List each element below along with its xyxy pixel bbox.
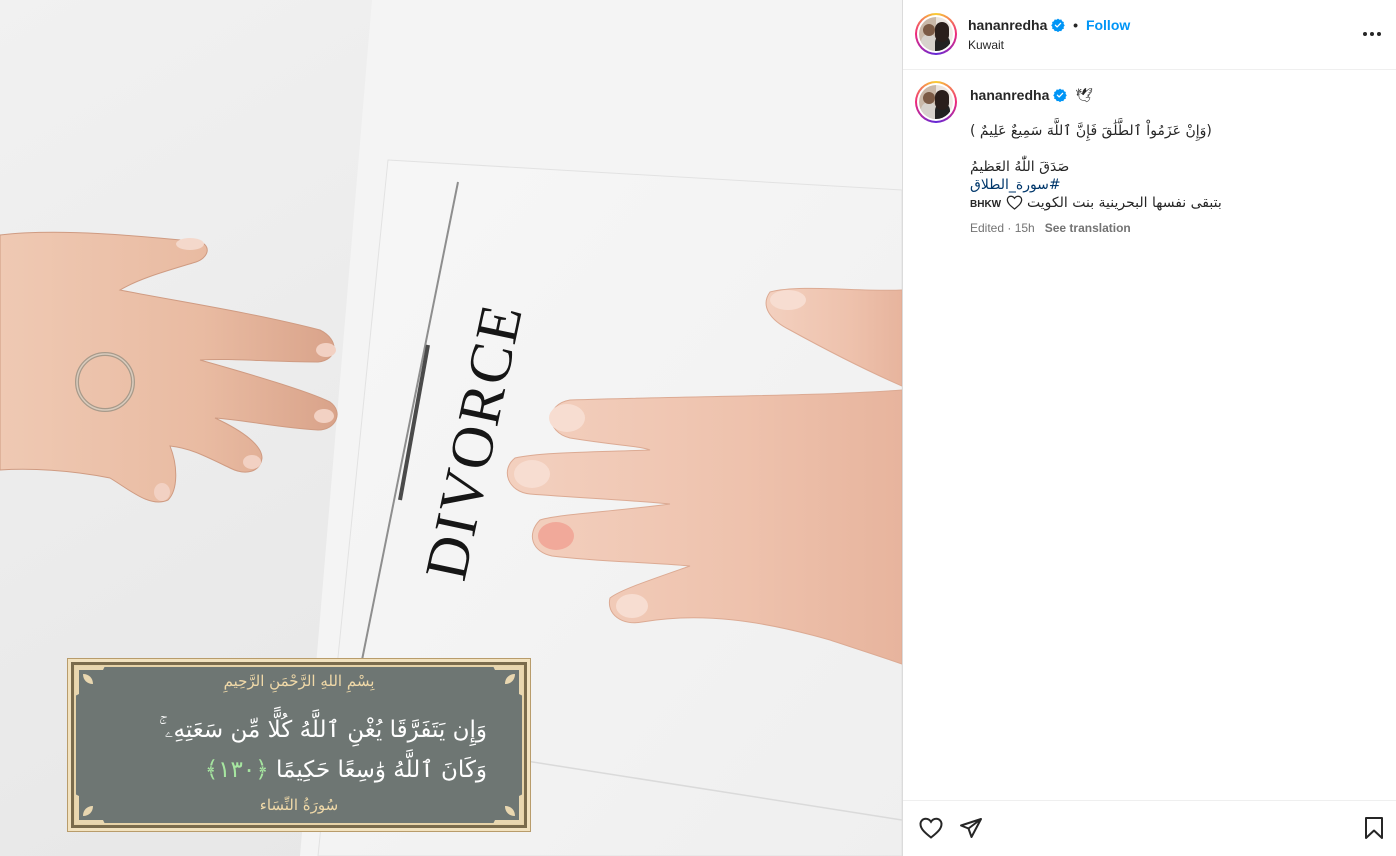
caption-hashtag[interactable]: #سورة_الطلاق [970, 176, 1061, 194]
header-username-row: hananredha • Follow [968, 17, 1130, 33]
see-translation-button[interactable]: See translation [1045, 221, 1131, 235]
verified-badge-icon [1053, 88, 1068, 102]
action-bar [903, 800, 1396, 856]
post-image[interactable]: DIVORCE بِسْمِ اللهِ الرَّحْمَنِ الرَّحِ… [0, 0, 902, 856]
share-button[interactable] [957, 814, 985, 842]
surah-name: سُورَةُ النِّسَاء [259, 796, 339, 814]
dove-emoji: 🕊 [1075, 88, 1093, 104]
verse-text: وَإِن يَتَفَرَّقَا يُغْنِ ٱللَّهُ كُلًّا… [111, 710, 487, 790]
quran-verse-panel: بِسْمِ اللهِ الرَّحْمَنِ الرَّحِيمِ وَإِ… [67, 658, 531, 832]
left-hand-with-ring [0, 231, 338, 503]
caption-arabic-sentence: بتبقى نفسها البحرينية بنت الكويت [1027, 195, 1222, 211]
bookmark-icon [1365, 817, 1383, 839]
caption-avatar[interactable] [915, 81, 957, 123]
ayah-number: ﴿١٣٠﴾ [204, 757, 269, 783]
caption-bhkw: BHKW [970, 199, 1002, 210]
post-side-panel: hananredha • Follow Kuwait hananredha 🕊 … [902, 0, 1396, 856]
caption-meta: Edited · 15h See translation [970, 219, 1131, 237]
verified-badge-icon [1051, 18, 1066, 32]
avatar[interactable] [915, 13, 957, 55]
more-options-button[interactable] [1360, 22, 1384, 46]
more-options-icon [1363, 32, 1381, 36]
separator-dot: • [1073, 17, 1079, 33]
heart-emoji-icon [1006, 195, 1022, 210]
location-link[interactable]: Kuwait [968, 38, 1004, 52]
post-header: hananredha • Follow Kuwait [903, 0, 1396, 70]
edited-timestamp: Edited · 15h [970, 221, 1035, 235]
caption-verse-line: (وَإِنْ عَزَمُواْ ٱلطَّلَٰقَ فَإِنَّ ٱلل… [970, 123, 1212, 139]
basmala-text: بِسْمِ اللهِ الرَّحْمَنِ الرَّحِيمِ [223, 672, 375, 690]
caption-sadaqallah-line: صَدَقَ اللّٰهُ العَظيمُ [970, 159, 1070, 175]
like-button[interactable] [917, 814, 945, 842]
follow-button[interactable]: Follow [1086, 17, 1130, 33]
save-button[interactable] [1360, 814, 1388, 842]
caption-username[interactable]: hananredha [970, 87, 1049, 103]
heart-icon [919, 817, 943, 839]
share-icon [960, 818, 982, 838]
caption-username-row: hananredha 🕊 [970, 86, 1093, 105]
username-link[interactable]: hananredha [968, 17, 1047, 33]
caption-footer-line: BHKW بتبقى نفسها البحرينية بنت الكويت [970, 194, 1222, 214]
